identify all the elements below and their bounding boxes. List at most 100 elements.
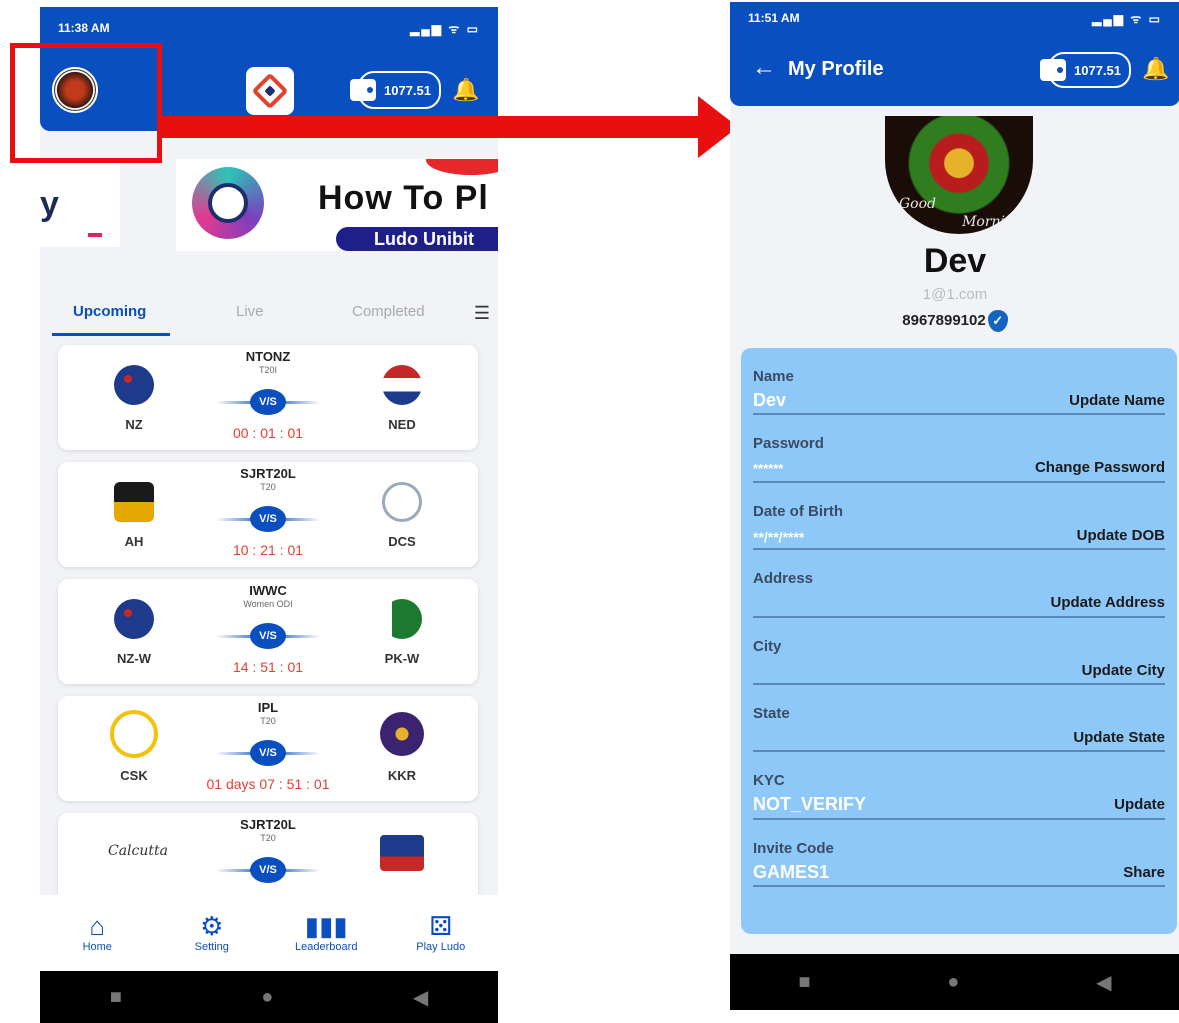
tab-upcoming[interactable]: Upcoming — [73, 303, 146, 320]
field-value: **/**/**** — [753, 528, 805, 545]
team2-name: NED — [388, 417, 416, 432]
match-list: NZ NTONZ T20I V/S 00 : 01 : 01 NED AH SJ… — [58, 345, 478, 930]
field-label: City — [753, 637, 782, 655]
team2-flag — [382, 482, 422, 522]
back-triangle-icon[interactable]: ◀ — [413, 985, 428, 1010]
profile-email: 1@1.com — [922, 286, 988, 303]
banner-title: How To Pl — [318, 179, 489, 217]
dice-icon: ⚄ — [429, 911, 453, 941]
field-value: NOT_VERIFY — [753, 794, 867, 815]
banner-carousel[interactable]: y How To Pl Ludo Unibit — [40, 159, 498, 259]
bottom-nav: ⌂ Home ⚙ Setting ▮▮▮ Leaderboard ⚄ Play … — [40, 895, 498, 971]
team2-flag — [380, 712, 424, 756]
team2-flag — [382, 365, 422, 405]
match-timer: 01 days 07 : 51 : 01 — [206, 776, 330, 792]
banner-slide-how-to-play[interactable]: How To Pl Ludo Unibit — [176, 159, 498, 251]
nav-setting[interactable]: ⚙ Setting — [155, 895, 270, 971]
update-city-button[interactable]: Update City — [1082, 662, 1165, 679]
team1-flag — [114, 599, 154, 639]
field-kyc: KYC NOT_VERIFY Update — [753, 752, 1165, 820]
filter-icon[interactable]: ☰ — [474, 303, 490, 324]
wallet-button[interactable]: 1077.51 — [1040, 52, 1131, 88]
avatar-text: Good — [899, 196, 937, 212]
match-card[interactable]: CSK IPL T20 V/S 01 days 07 : 51 : 01 KKR — [58, 696, 478, 801]
banner-logo-icon — [192, 167, 264, 239]
update-kyc-button[interactable]: Update — [1114, 796, 1165, 813]
signal-icon: ▂▄▆ ᯤ ▭ — [1092, 11, 1162, 26]
vs-badge: V/S — [250, 623, 286, 649]
vs-badge: V/S — [250, 506, 286, 532]
recents-icon[interactable]: ■ — [798, 971, 810, 994]
match-card[interactable]: NZ NTONZ T20I V/S 00 : 01 : 01 NED — [58, 345, 478, 450]
match-format: T20 — [260, 716, 276, 726]
match-card[interactable]: NZ-W IWWC Women ODI V/S 14 : 51 : 01 PK-… — [58, 579, 478, 684]
match-format: T20 — [260, 482, 276, 492]
profile-phone: 8967899102 — [902, 311, 986, 329]
team2-name: PK-W — [384, 651, 420, 666]
field-value: GAMES1 — [753, 861, 830, 882]
match-series: SJRT20L — [240, 466, 296, 481]
profile-avatar[interactable]: Good Morning — [885, 116, 1033, 234]
nav-play-ludo[interactable]: ⚄ Play Ludo — [384, 895, 499, 971]
back-triangle-icon[interactable]: ◀ — [1096, 970, 1111, 995]
gear-icon: ⚙ — [200, 911, 224, 941]
vs-badge: V/S — [250, 389, 286, 415]
home-circle-icon[interactable]: ● — [947, 971, 959, 994]
update-dob-button[interactable]: Update DOB — [1077, 527, 1165, 544]
avatar-text: Morning — [962, 214, 1023, 230]
field-label: Invite Code — [753, 839, 834, 857]
field-label: Name — [753, 368, 794, 385]
match-series: IPL — [257, 700, 279, 715]
status-time: 11:38 AM — [58, 21, 110, 35]
team1-flag — [110, 710, 158, 758]
team1-flag — [114, 482, 154, 522]
update-name-button[interactable]: Update Name — [1069, 392, 1165, 409]
match-card[interactable]: AH SJRT20L T20 V/S 10 : 21 : 01 DCS — [58, 462, 478, 567]
status-bar: 11:51 AM ▂▄▆ ᯤ ▭ — [730, 2, 1179, 34]
profile-details-panel: Name Dev Update Name Password ****** Cha… — [741, 348, 1177, 934]
field-dob: Date of Birth **/**/**** Update DOB — [753, 483, 1165, 551]
wallet-icon — [1040, 59, 1066, 81]
field-label: KYC — [753, 772, 785, 790]
arrow-icon — [160, 96, 738, 158]
nav-label: Leaderboard — [295, 941, 358, 953]
update-address-button[interactable]: Update Address — [1051, 594, 1165, 611]
field-label: Address — [753, 570, 814, 588]
profile-name: Dev — [923, 242, 987, 280]
field-value: ****** — [753, 461, 784, 477]
match-timer: 10 : 21 : 01 — [232, 542, 304, 558]
field-label: State — [753, 704, 790, 722]
team2-name: KKR — [387, 768, 417, 783]
app-bar: ← My Profile 1077.51 🔔 — [730, 34, 1179, 106]
signal-icon: ▂▄▆ ᯤ ▭ — [410, 21, 480, 36]
recents-icon[interactable]: ■ — [110, 986, 122, 1009]
nav-leaderboard[interactable]: ▮▮▮ Leaderboard — [269, 895, 384, 971]
team1-name: NZ-W — [117, 651, 151, 666]
update-state-button[interactable]: Update State — [1073, 729, 1165, 746]
bell-icon[interactable]: 🔔 — [1142, 56, 1169, 82]
field-invite-code: Invite Code GAMES1 Share — [753, 820, 1165, 888]
wallet-balance: 1077.51 — [1074, 62, 1121, 78]
tab-live[interactable]: Live — [236, 303, 264, 320]
field-name: Name Dev Update Name — [753, 348, 1165, 416]
bar-chart-icon: ▮▮▮ — [304, 911, 348, 941]
match-timer: 14 : 51 : 01 — [232, 659, 304, 675]
match-timer: 00 : 01 : 01 — [232, 425, 304, 441]
banner-prev-text: y — [40, 185, 59, 223]
banner-subtitle: Ludo Unibit — [336, 227, 498, 251]
highlight-box — [10, 43, 162, 163]
home-circle-icon[interactable]: ● — [261, 986, 273, 1009]
team1-flag — [114, 365, 154, 405]
team1-name: CSK — [120, 768, 148, 783]
change-password-button[interactable]: Change Password — [1035, 459, 1165, 476]
nav-home[interactable]: ⌂ Home — [40, 895, 155, 971]
field-state: State Update State — [753, 685, 1165, 753]
nav-label: Play Ludo — [416, 941, 466, 953]
back-arrow-icon[interactable]: ← — [752, 54, 776, 82]
field-address: Address Update Address — [753, 550, 1165, 618]
field-label: Date of Birth — [753, 502, 843, 520]
team1-logo: Calcutta — [108, 843, 168, 859]
share-invite-button[interactable]: Share — [1123, 864, 1165, 881]
banner-slide-prev[interactable]: y — [40, 159, 120, 247]
tab-completed[interactable]: Completed — [352, 303, 425, 320]
